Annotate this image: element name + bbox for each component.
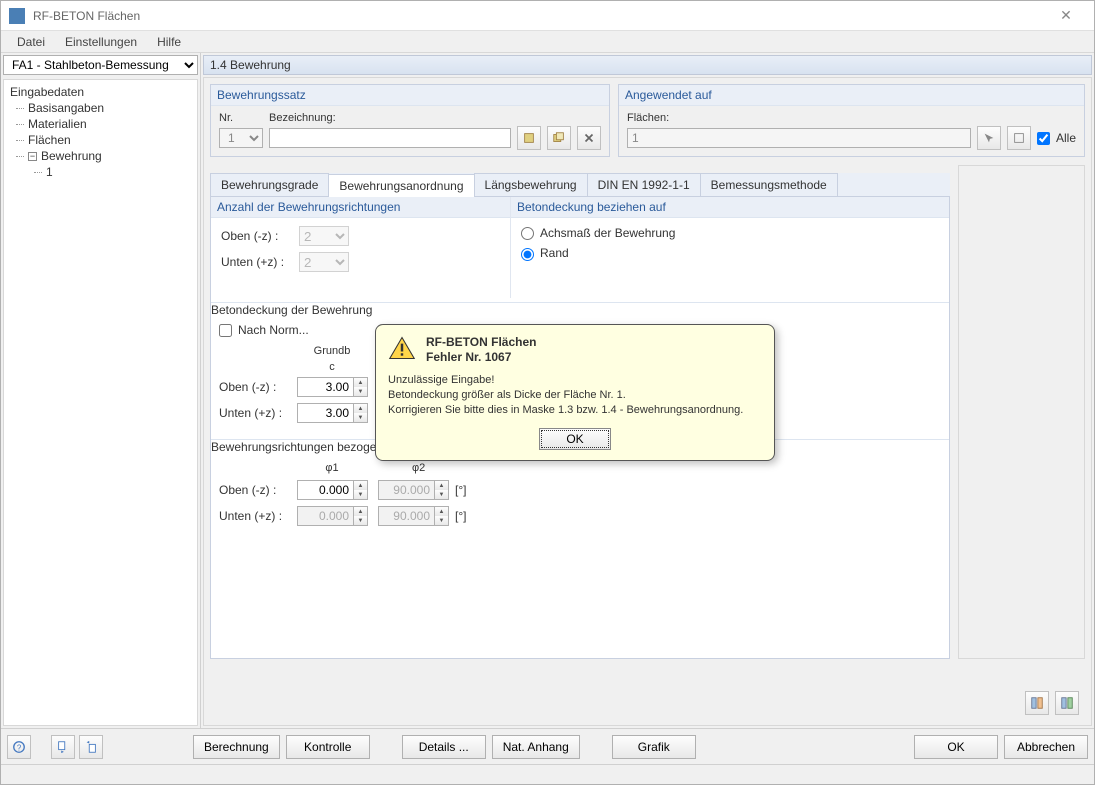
radio-rand[interactable]: Rand: [521, 246, 569, 260]
phi1-oben-input[interactable]: ▲▼: [297, 480, 368, 500]
grafik-button[interactable]: Grafik: [612, 735, 696, 759]
menubar: Datei Einstellungen Hilfe: [1, 31, 1094, 53]
group-bewehrungssatz: Bewehrungssatz Nr. Bezeichnung: 1: [210, 84, 610, 157]
footer: ? Berechnung Kontrolle Details ... Nat. …: [1, 728, 1094, 764]
help-button[interactable]: ?: [7, 735, 31, 759]
close-icon[interactable]: ✕: [1046, 1, 1086, 31]
app-icon: [9, 8, 25, 24]
tab-laengsbewehrung[interactable]: Längsbewehrung: [474, 173, 588, 196]
group-betondeckung-auf: Betondeckung beziehen auf Achsmaß der Be…: [511, 197, 949, 298]
nat-anhang-button[interactable]: Nat. Anhang: [492, 735, 580, 759]
nav-tree[interactable]: Eingabedaten Basisangaben Materialien Fl…: [3, 79, 198, 726]
save-profile-button[interactable]: [51, 735, 75, 759]
tree-basisangaben[interactable]: Basisangaben: [6, 100, 195, 116]
titlebar: RF-BETON Flächen ✕: [1, 1, 1094, 31]
details-button[interactable]: Details ...: [402, 735, 486, 759]
menu-datei[interactable]: Datei: [7, 33, 55, 51]
phi2-unten-input[interactable]: ▲▼: [378, 506, 449, 526]
sidebar: FA1 - Stahlbeton-Bemessung Eingabedaten …: [1, 53, 201, 728]
spin-up-icon[interactable]: ▲: [353, 507, 367, 516]
nr-label: Nr.: [219, 112, 263, 126]
spin-up-icon[interactable]: ▲: [353, 481, 367, 490]
copy-set-button[interactable]: [547, 126, 571, 150]
anzahl-oben-select[interactable]: 2: [299, 226, 349, 246]
tree-bewehrung-1[interactable]: 1: [6, 164, 195, 180]
phi2-oben-input[interactable]: ▲▼: [378, 480, 449, 500]
spin-down-icon[interactable]: ▼: [434, 516, 448, 525]
nachnorm-checkbox[interactable]: Nach Norm...: [219, 323, 309, 337]
new-set-button[interactable]: [517, 126, 541, 150]
dialog-line-2: Betondeckung größer als Dicke der Fläche…: [388, 388, 762, 403]
reload-flaechen-button[interactable]: [1007, 126, 1031, 150]
pick-flaechen-button[interactable]: [977, 126, 1001, 150]
spin-down-icon[interactable]: ▼: [434, 490, 448, 499]
dialog-title-2: Fehler Nr. 1067: [426, 350, 536, 365]
tab-bewehrungsgrade[interactable]: Bewehrungsgrade: [210, 173, 329, 196]
kontrolle-button[interactable]: Kontrolle: [286, 735, 370, 759]
error-dialog: RF-BETON Flächen Fehler Nr. 1067 Unzuläs…: [375, 324, 775, 461]
warning-icon: [388, 335, 416, 361]
radio-achsmass[interactable]: Achsmaß der Bewehrung: [521, 226, 675, 240]
menu-hilfe[interactable]: Hilfe: [147, 33, 191, 51]
spin-up-icon[interactable]: ▲: [434, 507, 448, 516]
beton-unten-input[interactable]: ▲▼: [297, 403, 368, 423]
tree-bewehrung[interactable]: −Bewehrung: [6, 148, 195, 164]
group-anzahl: Anzahl der Bewehrungsrichtungen Oben (-z…: [211, 197, 511, 298]
toggle-display-button[interactable]: [1055, 691, 1079, 715]
toggle-units-button[interactable]: [1025, 691, 1049, 715]
expand-icon[interactable]: −: [28, 152, 37, 161]
menu-einstellungen[interactable]: Einstellungen: [55, 33, 147, 51]
beton-oben-input[interactable]: ▲▼: [297, 377, 368, 397]
tree-root[interactable]: Eingabedaten: [6, 84, 195, 100]
dialog-line-1: Unzulässige Eingabe!: [388, 373, 762, 388]
bez-label: Bezeichnung:: [269, 112, 601, 126]
load-profile-button[interactable]: [79, 735, 103, 759]
group-angewendet: Angewendet auf Flächen: Alle: [618, 84, 1085, 157]
tab-bewehrungsanordnung[interactable]: Bewehrungsanordnung: [328, 174, 474, 197]
group-richtungen: Bewehrungsrichtungen bezogen auf lokale …: [211, 439, 949, 658]
preview-panel: [958, 165, 1085, 659]
tabs: Bewehrungsgrade Bewehrungsanordnung Läng…: [210, 173, 950, 197]
tab-bemessungsmethode[interactable]: Bemessungsmethode: [700, 173, 838, 196]
page-title: 1.4 Bewehrung: [203, 55, 1092, 75]
flaechen-label: Flächen:: [627, 112, 1076, 126]
alle-checkbox[interactable]: Alle: [1037, 131, 1076, 145]
case-select[interactable]: FA1 - Stahlbeton-Bemessung: [3, 55, 198, 75]
tab-din-en[interactable]: DIN EN 1992-1-1: [587, 173, 701, 196]
delete-set-button[interactable]: [577, 126, 601, 150]
spin-down-icon[interactable]: ▼: [353, 490, 367, 499]
spin-up-icon[interactable]: ▲: [434, 481, 448, 490]
statusbar: [1, 764, 1094, 784]
abbrechen-button[interactable]: Abbrechen: [1004, 735, 1088, 759]
dialog-ok-button[interactable]: OK: [539, 428, 611, 450]
bezeichnung-input[interactable]: [269, 128, 511, 148]
phi1-unten-input[interactable]: ▲▼: [297, 506, 368, 526]
spin-down-icon[interactable]: ▼: [353, 516, 367, 525]
dialog-title-1: RF-BETON Flächen: [426, 335, 536, 350]
window-title: RF-BETON Flächen: [33, 9, 1046, 23]
spin-up-icon[interactable]: ▲: [353, 378, 367, 387]
spin-up-icon[interactable]: ▲: [353, 404, 367, 413]
flaechen-input[interactable]: [627, 128, 971, 148]
spin-down-icon[interactable]: ▼: [353, 413, 367, 422]
anzahl-unten-select[interactable]: 2: [299, 252, 349, 272]
nr-select[interactable]: 1: [219, 128, 263, 148]
ok-button[interactable]: OK: [914, 735, 998, 759]
berechnung-button[interactable]: Berechnung: [193, 735, 280, 759]
spin-down-icon[interactable]: ▼: [353, 387, 367, 396]
tree-materialien[interactable]: Materialien: [6, 116, 195, 132]
svg-text:?: ?: [17, 743, 22, 752]
dialog-line-3: Korrigieren Sie bitte dies in Maske 1.3 …: [388, 403, 762, 418]
tree-flaechen[interactable]: Flächen: [6, 132, 195, 148]
